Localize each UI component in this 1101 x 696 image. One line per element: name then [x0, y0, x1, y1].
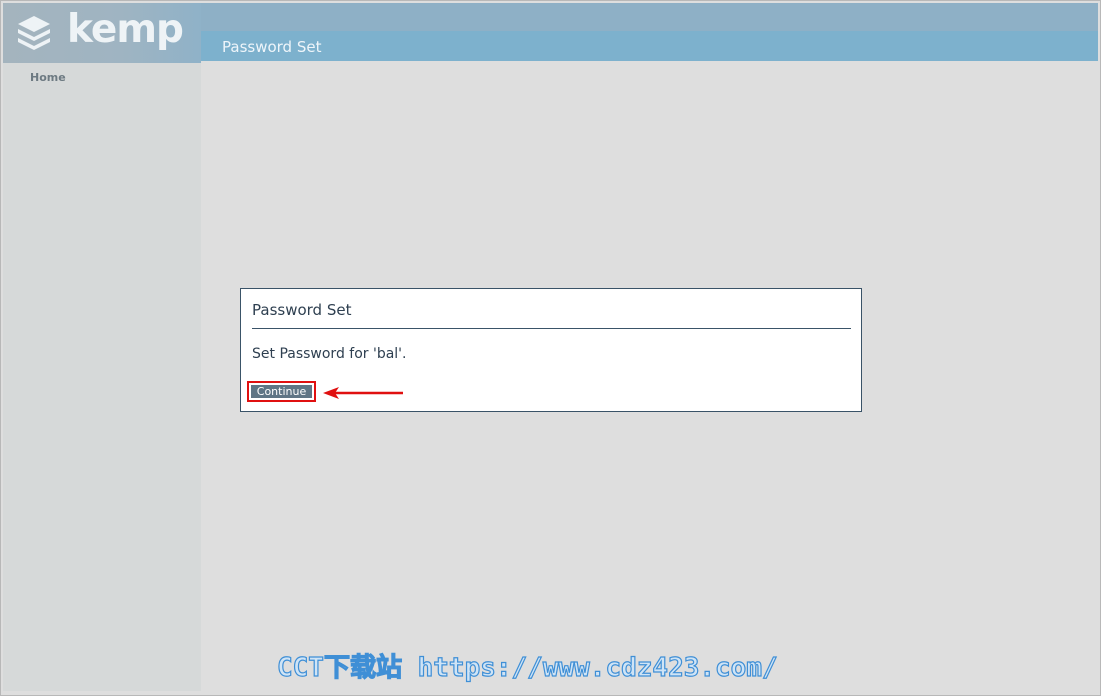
divider: [252, 328, 851, 329]
header-bar: Password Set: [201, 3, 1098, 61]
watermark-text: CCT下载站 https://www.cdz423.com/: [276, 652, 778, 683]
continue-highlight: Continue: [247, 381, 316, 402]
dialog-message: Set Password for 'bal'.: [252, 346, 407, 362]
continue-button[interactable]: Continue: [251, 385, 312, 398]
arrow-left-icon: [323, 387, 403, 399]
logo-text: kemp: [67, 7, 184, 52]
sidebar: kemp Home: [3, 3, 201, 691]
app-window: kemp Home Password Set Password Set Set …: [0, 0, 1101, 696]
stack-logo-icon: [18, 16, 50, 50]
page-title: Password Set: [222, 38, 322, 56]
sidebar-item-home[interactable]: Home: [30, 71, 66, 84]
dialog-title: Password Set: [252, 301, 352, 319]
logo[interactable]: kemp: [3, 3, 201, 63]
